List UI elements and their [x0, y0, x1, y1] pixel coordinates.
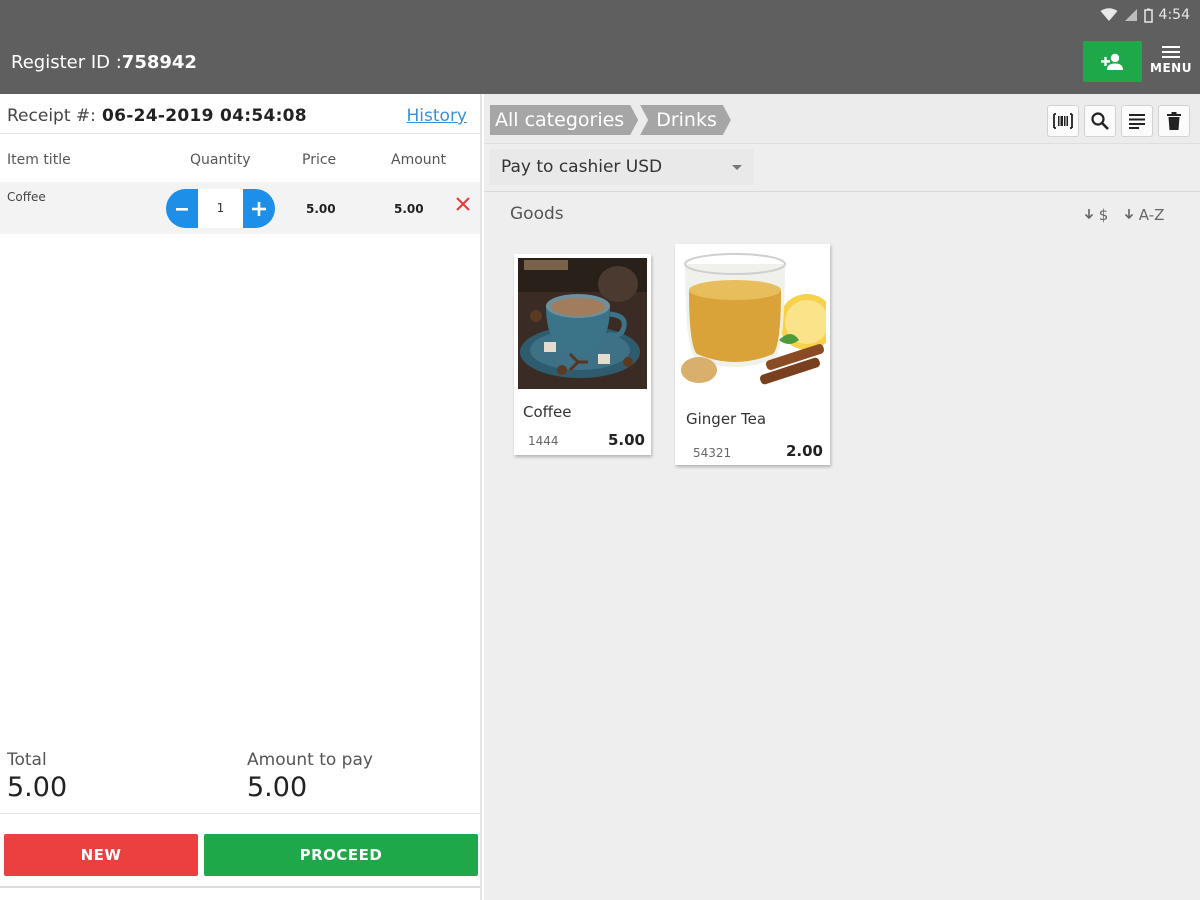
amount-to-pay-label: Amount to pay	[247, 750, 373, 770]
item-amount: 5.00	[394, 202, 424, 216]
amount-to-pay-value: 5.00	[247, 772, 308, 803]
receipt-number: 06-24-2019 04:54:08	[102, 106, 307, 126]
product-name: Ginger Tea	[686, 410, 767, 428]
register-value: 758942	[121, 52, 197, 73]
breadcrumb-all-categories[interactable]: All categories	[490, 105, 638, 135]
register-id: Register ID :758942	[11, 52, 197, 73]
product-code: 54321	[693, 446, 732, 460]
receipt-panel: Receipt #: 06-24-2019 04:54:08 History I…	[0, 94, 482, 900]
barcode-scan-button[interactable]	[1047, 105, 1079, 137]
quantity-stepper: 1	[166, 189, 275, 228]
totals-section: Total 5.00 Amount to pay 5.00	[0, 744, 480, 814]
battery-icon	[1143, 8, 1153, 23]
divider	[484, 191, 1200, 192]
breadcrumb: All categories Drinks	[490, 105, 731, 135]
hamburger-icon	[1162, 46, 1180, 58]
product-code: 1444	[528, 434, 559, 448]
status-bar: 4:54	[1100, 4, 1190, 26]
status-time: 4:54	[1158, 7, 1190, 23]
signal-icon	[1124, 9, 1137, 21]
column-price: Price	[302, 152, 337, 168]
payment-method-select[interactable]: Pay to cashier USD	[490, 149, 754, 185]
arrow-down-icon	[1124, 209, 1134, 220]
column-amount: Amount	[391, 152, 447, 168]
list-icon	[1129, 114, 1145, 129]
catalog-toolbar: All categories Drinks	[484, 94, 1200, 144]
item-price: 5.00	[306, 202, 336, 216]
sort-by-price-button[interactable]: $	[1084, 206, 1108, 224]
total-value: 5.00	[7, 772, 68, 803]
toolbar-icons	[1047, 105, 1190, 137]
table-header: Item title Quantity Price Amount	[0, 146, 480, 176]
proceed-button[interactable]: PROCEED	[204, 834, 478, 876]
column-item-title: Item title	[7, 152, 71, 168]
arrow-down-icon	[1084, 209, 1094, 220]
trash-icon	[1167, 112, 1181, 130]
search-button[interactable]	[1084, 105, 1116, 137]
increase-quantity-button[interactable]	[243, 189, 275, 228]
close-icon	[456, 197, 470, 211]
list-view-button[interactable]	[1121, 105, 1153, 137]
delete-button[interactable]	[1158, 105, 1190, 137]
divider	[0, 886, 480, 888]
add-user-icon	[1100, 53, 1123, 70]
column-quantity: Quantity	[190, 152, 251, 168]
history-link[interactable]: History	[407, 106, 467, 126]
table-row[interactable]: Coffee 1 5.00 5.00	[0, 182, 480, 234]
add-customer-button[interactable]	[1083, 41, 1142, 82]
receipt-header: Receipt #: 06-24-2019 04:54:08 History	[0, 100, 480, 134]
plus-icon	[252, 201, 266, 216]
coffee-image	[518, 258, 647, 389]
wifi-icon	[1100, 8, 1118, 21]
sort-name-label: A-Z	[1138, 206, 1165, 224]
product-price: 5.00	[607, 431, 645, 449]
app-bar: 4:54 Register ID :758942 MENU	[0, 0, 1200, 94]
quantity-value[interactable]: 1	[198, 189, 243, 228]
catalog-panel: All categories Drinks Pay to cashier USD	[484, 94, 1200, 900]
product-card-ginger-tea[interactable]: Ginger Tea 54321 2.00	[675, 244, 830, 465]
ginger-tea-image	[679, 248, 826, 394]
receipt-label: Receipt #:	[7, 106, 96, 126]
menu-button[interactable]: MENU	[1150, 45, 1192, 85]
new-button[interactable]: NEW	[4, 834, 198, 876]
remove-item-button[interactable]	[453, 196, 473, 216]
item-title: Coffee	[7, 190, 46, 204]
sort-price-label: $	[1098, 206, 1109, 224]
product-card-coffee[interactable]: Coffee 1444 5.00	[514, 254, 651, 455]
product-name: Coffee	[523, 403, 572, 421]
total-label: Total	[7, 750, 47, 770]
decrease-quantity-button[interactable]	[166, 189, 198, 228]
dropdown-caret-icon	[732, 165, 742, 170]
payment-method-value: Pay to cashier USD	[501, 157, 663, 177]
register-label: Register ID :	[11, 52, 122, 73]
search-icon	[1091, 112, 1109, 130]
barcode-icon	[1053, 113, 1073, 129]
product-price: 2.00	[785, 442, 823, 460]
menu-label: MENU	[1150, 61, 1192, 75]
goods-label: Goods	[510, 204, 564, 224]
breadcrumb-drinks[interactable]: Drinks	[640, 105, 731, 135]
sort-by-name-button[interactable]: A-Z	[1124, 206, 1164, 224]
minus-icon	[176, 207, 188, 211]
